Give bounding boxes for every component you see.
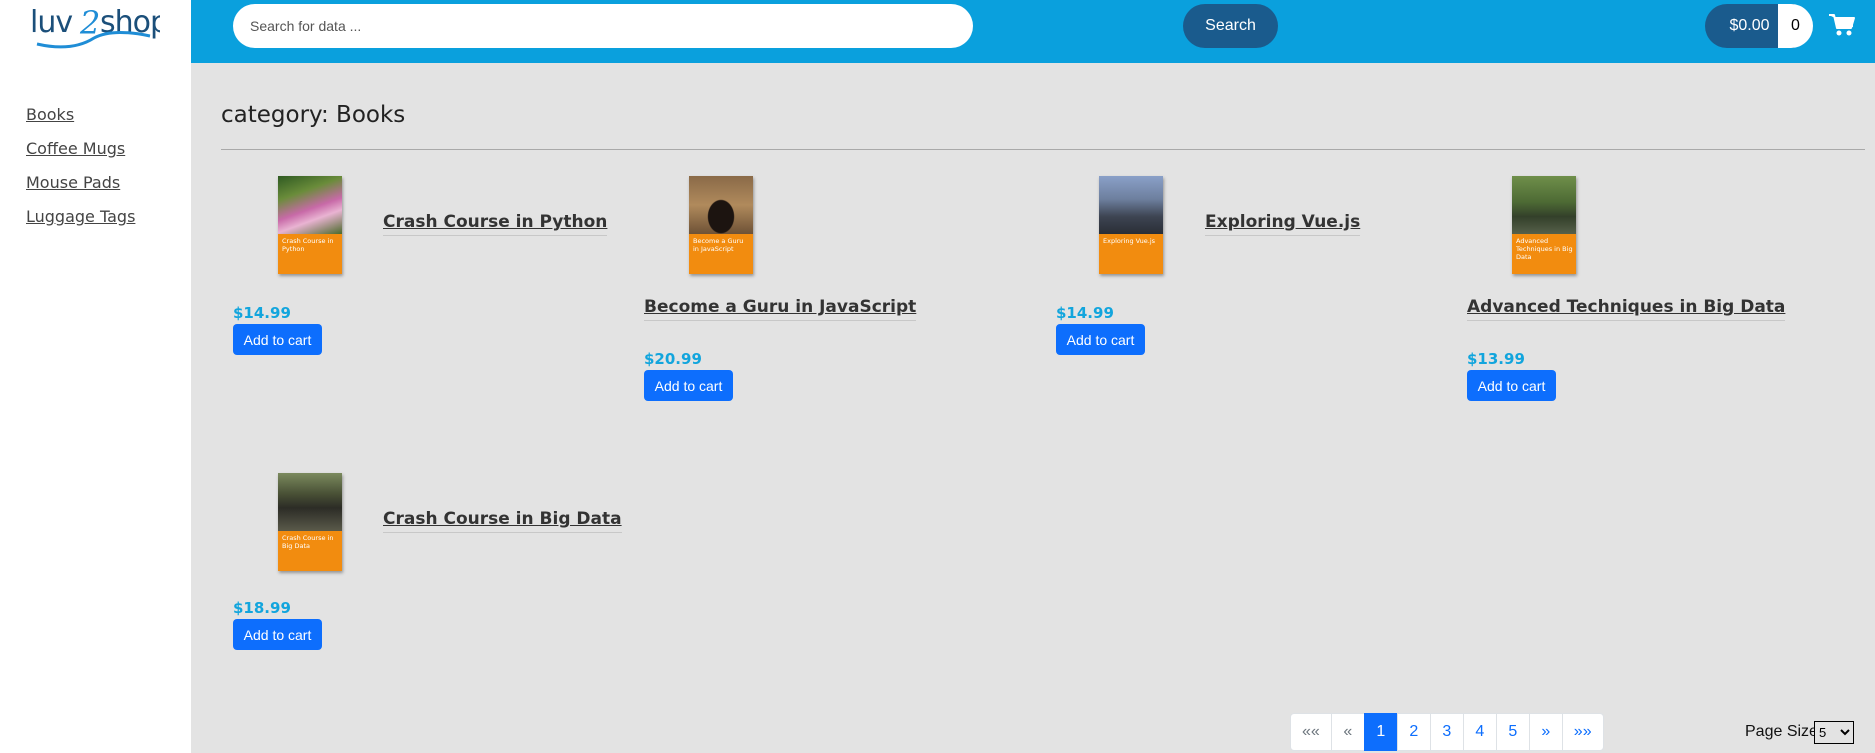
product-card: Become a Guru in JavaScript Become a Gur… (632, 176, 1012, 406)
sidebar-item-mouse-pads[interactable]: Mouse Pads (26, 172, 135, 206)
product-name-link[interactable]: Crash Course in Python (383, 212, 608, 236)
add-to-cart-button[interactable]: Add to cart (233, 619, 322, 650)
product-price: $14.99 (1056, 304, 1114, 322)
sidebar-item-books[interactable]: Books (26, 104, 135, 138)
brand-logo[interactable]: luv 2 shop (30, 4, 169, 52)
sidebar-item-coffee-mugs[interactable]: Coffee Mugs (26, 138, 135, 172)
sidebar-item-luggage-tags[interactable]: Luggage Tags (26, 206, 135, 240)
pagination-page-2[interactable]: 2 (1396, 713, 1431, 751)
page-size-label: Page Size (1745, 723, 1818, 740)
cart-count[interactable]: 0 (1778, 4, 1813, 48)
pagination-page-4[interactable]: 4 (1462, 713, 1497, 751)
product-price: $14.99 (233, 304, 291, 322)
product-price: $13.99 (1467, 350, 1525, 368)
product-card: Crash Course in Big Data Crash Course in… (221, 473, 622, 663)
product-card: Crash Course in Python Crash Course in P… (221, 176, 608, 366)
product-image[interactable]: Become a Guru in JavaScript (689, 176, 753, 274)
pagination-page-5[interactable]: 5 (1495, 713, 1530, 751)
pagination-next[interactable]: » (1528, 713, 1563, 751)
search-button[interactable]: Search (1183, 4, 1278, 48)
add-to-cart-button[interactable]: Add to cart (1467, 370, 1556, 401)
sidebar: luv 2 shop Books Coffee Mugs Mouse Pads … (0, 0, 191, 753)
product-name-link[interactable]: Exploring Vue.js (1205, 212, 1361, 236)
product-name-link[interactable]: Crash Course in Big Data (383, 509, 622, 533)
add-to-cart-button[interactable]: Add to cart (644, 370, 733, 401)
pagination-page-1[interactable]: 1 (1363, 713, 1398, 751)
add-to-cart-button[interactable]: Add to cart (1056, 324, 1145, 355)
product-image[interactable]: Advanced Techniques in Big Data (1512, 176, 1576, 274)
pagination-first[interactable]: «« (1290, 713, 1332, 751)
title-divider (221, 149, 1865, 150)
search-input[interactable] (233, 4, 973, 48)
product-price: $18.99 (233, 599, 291, 617)
add-to-cart-button[interactable]: Add to cart (233, 324, 322, 355)
product-card: Advanced Techniques in Big Data Advanced… (1455, 176, 1835, 406)
product-name-link[interactable]: Become a Guru in JavaScript (644, 297, 917, 321)
top-header: Search $0.00 0 (191, 0, 1875, 63)
product-card: Exploring Vue.js Exploring Vue.js $14.99… (1044, 176, 1424, 366)
product-price: $20.99 (644, 350, 702, 368)
logo-swoosh-icon (36, 31, 151, 49)
product-name-link[interactable]: Advanced Techniques in Big Data (1467, 297, 1786, 321)
pagination-page-3[interactable]: 3 (1429, 713, 1464, 751)
pagination: «« « 1 2 3 4 5 » »» (1290, 713, 1604, 751)
page-title: category: Books (221, 102, 406, 128)
shopping-cart-icon[interactable] (1828, 12, 1856, 38)
pagination-prev[interactable]: « (1330, 713, 1365, 751)
page-size-select[interactable]: 5 (1814, 721, 1854, 744)
product-image[interactable]: Exploring Vue.js (1099, 176, 1163, 274)
pagination-last[interactable]: »» (1561, 713, 1604, 751)
product-image[interactable]: Crash Course in Python (278, 176, 342, 274)
category-nav: Books Coffee Mugs Mouse Pads Luggage Tag… (26, 104, 135, 240)
product-image[interactable]: Crash Course in Big Data (278, 473, 342, 571)
